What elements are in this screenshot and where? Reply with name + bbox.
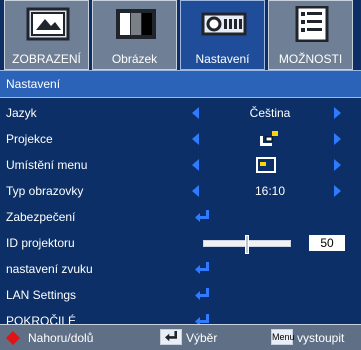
- menu-position-icon: [256, 157, 276, 173]
- row-jazyk[interactable]: Jazyk Čeština: [0, 100, 361, 126]
- row-value: 16:10: [254, 184, 286, 198]
- arrow-right-icon[interactable]: [334, 107, 341, 119]
- section-header: Nastavení: [0, 70, 361, 98]
- row-label: Zabezpečení: [6, 210, 76, 224]
- arrow-left-icon[interactable]: [192, 159, 199, 171]
- id-slider[interactable]: [203, 235, 291, 254]
- row-label: Typ obrazovky: [6, 184, 84, 198]
- row-label: Projekce: [6, 132, 53, 146]
- row-zabezpeceni[interactable]: Zabezpečení: [0, 204, 361, 230]
- row-projekce[interactable]: Projekce: [0, 126, 361, 152]
- display-image-icon: [26, 7, 70, 41]
- projection-mode-icon: [260, 131, 278, 146]
- enter-key-icon: [160, 329, 182, 345]
- tab-label: ZOBRAZENÍ: [12, 52, 81, 66]
- options-checklist-icon: [295, 6, 329, 42]
- arrow-right-icon[interactable]: [334, 159, 341, 171]
- projector-osd: ZOBRAZENÍ Obrázek Nastavení MOŽNOSTI Nas…: [0, 0, 361, 350]
- enter-icon[interactable]: [194, 262, 210, 276]
- arrow-left-icon[interactable]: [192, 107, 199, 119]
- picture-bars-icon: [116, 9, 156, 39]
- row-label: Umístění menu: [6, 158, 88, 172]
- footer-select-label: Výběr: [186, 331, 218, 345]
- row-umisteni-menu[interactable]: Umístění menu: [0, 152, 361, 178]
- footer-nav-label: Nahoru/dolů: [28, 331, 94, 345]
- arrow-left-icon[interactable]: [192, 133, 199, 145]
- row-id-projektoru[interactable]: ID projektoru 50: [0, 230, 361, 256]
- row-label: ID projektoru: [6, 236, 75, 250]
- arrow-left-icon[interactable]: [192, 185, 199, 197]
- arrow-right-icon[interactable]: [334, 185, 341, 197]
- tab-label: MOŽNOSTI: [278, 52, 343, 66]
- footer-help: Nahoru/dolů Výběr Menu vystoupit: [0, 324, 361, 350]
- row-typ-obrazovky[interactable]: Typ obrazovky 16:10: [0, 178, 361, 204]
- tab-zobrazeni[interactable]: ZOBRAZENÍ: [4, 0, 89, 70]
- row-lan-settings[interactable]: LAN Settings: [0, 282, 361, 308]
- row-label: Jazyk: [6, 106, 37, 120]
- tab-label: Obrázek: [111, 52, 158, 66]
- enter-icon[interactable]: [194, 288, 210, 302]
- projector-icon: [201, 12, 247, 36]
- section-title: Nastavení: [6, 77, 61, 91]
- footer-exit-label: vystoupit: [297, 331, 345, 345]
- tab-moznosti[interactable]: MOŽNOSTI: [268, 0, 353, 70]
- arrow-right-icon[interactable]: [334, 133, 341, 145]
- tab-obrazek[interactable]: Obrázek: [92, 0, 177, 70]
- up-down-diamond-icon: [6, 331, 20, 345]
- slider-thumb[interactable]: [245, 235, 249, 254]
- slider-value: 50: [309, 235, 345, 251]
- row-value: Čeština: [249, 106, 291, 120]
- row-label: nastavení zvuku: [6, 262, 93, 276]
- row-nastaveni-zvuku[interactable]: nastavení zvuku: [0, 256, 361, 282]
- row-label: LAN Settings: [6, 288, 77, 302]
- enter-icon[interactable]: [194, 210, 210, 224]
- tab-bar: ZOBRAZENÍ Obrázek Nastavení MOŽNOSTI: [0, 0, 361, 70]
- menu-key-icon: Menu: [271, 329, 295, 345]
- tab-nastaveni[interactable]: Nastavení: [180, 0, 265, 70]
- tab-label: Nastavení: [195, 52, 250, 66]
